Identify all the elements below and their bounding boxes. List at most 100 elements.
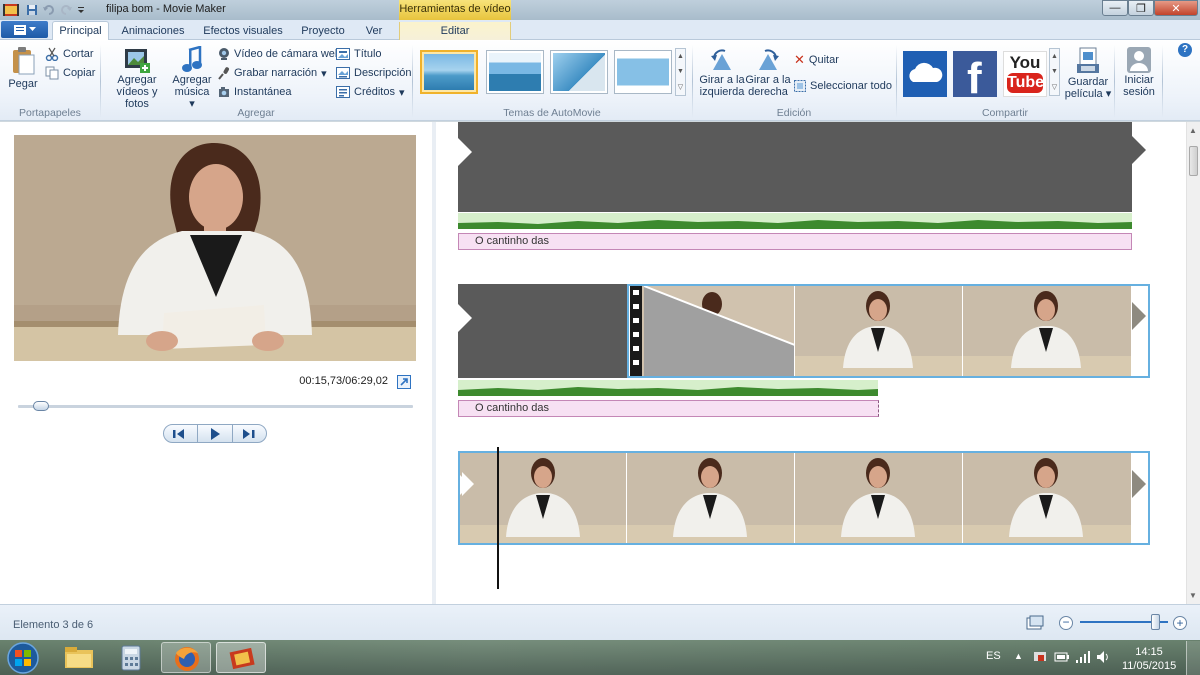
file-menu-button[interactable] (1, 21, 48, 38)
seek-slider-thumb[interactable] (33, 401, 50, 411)
snapshot-button[interactable]: Instantánea (218, 84, 292, 100)
volume-speaker-icon[interactable] (1096, 650, 1112, 664)
chevron-down-icon[interactable]: ▼ (677, 68, 684, 75)
action-center-flag-icon[interactable] (1032, 650, 1048, 664)
customize-qat-icon[interactable] (76, 3, 86, 17)
tab-animaciones[interactable]: Animaciones (116, 22, 190, 40)
rotate-left-button[interactable]: Girar a la izquierda (698, 48, 746, 98)
add-music-button[interactable]: Agregar música ▾ (171, 46, 213, 110)
chevron-up-icon[interactable]: ▲ (677, 53, 684, 60)
start-button[interactable] (4, 641, 42, 675)
music-note-icon (182, 46, 202, 72)
caption-text: O cantinho das (475, 235, 549, 247)
paste-button[interactable]: Pegar (6, 46, 40, 90)
automovie-theme-1[interactable] (420, 50, 478, 94)
automovie-theme-3[interactable] (550, 50, 608, 94)
fullscreen-button[interactable] (397, 375, 411, 389)
scroll-down-arrow-icon[interactable]: ▼ (1189, 591, 1197, 600)
thumbnail-size-icon[interactable] (1026, 615, 1044, 631)
selected-clip-outline[interactable] (458, 451, 1150, 545)
playhead-indicator[interactable] (497, 447, 499, 589)
youtube-share-button[interactable]: You Tube (1003, 51, 1047, 97)
zoom-in-button[interactable]: + (1173, 616, 1187, 630)
webcam-video-button[interactable]: Vídeo de cámara web (218, 46, 341, 62)
network-signal-icon[interactable] (1075, 650, 1091, 664)
select-all-label: Seleccionar todo (810, 80, 892, 92)
redo-icon[interactable] (59, 3, 73, 17)
audio-waveform (458, 213, 1132, 229)
clip-start-marker-icon (462, 472, 474, 496)
caption-track[interactable]: O cantinho das (458, 400, 879, 417)
facebook-icon: f (967, 54, 982, 97)
tab-efectos-visuales[interactable]: Efectos visuales (200, 22, 286, 40)
tab-principal[interactable]: Principal (52, 21, 109, 40)
caption-track[interactable]: O cantinho das (458, 233, 1132, 250)
add-videos-photos-button[interactable]: Agregar vídeos y fotos (104, 46, 170, 110)
restore-button[interactable]: ❐ (1128, 0, 1154, 16)
taskbar-explorer-button[interactable] (54, 642, 104, 673)
cut-button[interactable]: Cortar (45, 46, 94, 62)
tab-editar[interactable]: Editar (399, 22, 511, 40)
status-bar: Elemento 3 de 6 − + (0, 604, 1200, 640)
copy-button[interactable]: Copiar (45, 65, 95, 81)
next-frame-button[interactable] (233, 425, 266, 442)
rotate-right-button[interactable]: Girar a la derecha (744, 48, 792, 98)
scrollbar-thumb[interactable] (1189, 146, 1198, 176)
save-movie-button[interactable]: Guardar película ▾ (1064, 46, 1112, 100)
show-desktop-button[interactable] (1186, 641, 1200, 675)
chevron-down-icon[interactable]: ▼ (1051, 68, 1058, 75)
share-gallery-scroller[interactable]: ▲ ▼ ▽ (1049, 48, 1060, 96)
taskbar-calculator-button[interactable] (106, 642, 156, 673)
remove-button[interactable]: ✕ Quitar (794, 52, 839, 68)
save-icon[interactable] (25, 3, 39, 17)
power-battery-icon[interactable] (1054, 650, 1070, 664)
clip-start-marker-icon (458, 304, 472, 332)
previous-frame-button[interactable] (164, 425, 199, 442)
gallery-expand-icon[interactable]: ▽ (1052, 83, 1057, 91)
select-all-button[interactable]: Seleccionar todo (794, 78, 892, 94)
group-label-editing: Edición (776, 107, 812, 119)
theme-gallery-scroller[interactable]: ▲ ▼ ▽ (675, 48, 686, 96)
firefox-icon (175, 647, 199, 671)
input-language-indicator[interactable]: ES (986, 650, 1001, 662)
seek-track[interactable] (18, 405, 413, 408)
windows-start-orb-icon (7, 642, 39, 674)
gallery-expand-icon[interactable]: ▽ (678, 83, 683, 91)
sign-in-button[interactable]: Iniciar sesión (1118, 46, 1160, 98)
clock-date: 11/05/2015 (1122, 660, 1177, 672)
automovie-theme-2[interactable] (486, 50, 544, 94)
tab-ver[interactable]: Ver (360, 22, 388, 40)
theme-thumbnail (489, 53, 541, 91)
title-label: Título (354, 48, 382, 60)
chevron-up-icon[interactable]: ▲ (1051, 53, 1058, 60)
automovie-theme-4[interactable] (614, 50, 672, 94)
selected-clip-outline[interactable] (627, 284, 1150, 378)
caption-button[interactable]: Descripción (336, 65, 411, 81)
system-clock[interactable]: 14:15 11/05/2015 (1122, 645, 1176, 673)
clip-row-2-black-clip[interactable] (458, 284, 628, 378)
taskbar-movie-maker-button[interactable] (216, 642, 266, 673)
credits-button[interactable]: Créditos ▾ (336, 84, 405, 100)
video-preview-monitor[interactable] (14, 135, 416, 361)
play-button[interactable] (198, 425, 233, 442)
record-narration-button[interactable]: Grabar narración ▾ (218, 65, 327, 81)
minimize-button[interactable]: — (1102, 0, 1128, 16)
rotate-right-label-2: derecha (748, 86, 788, 98)
movie-maker-app-icon[interactable] (0, 2, 22, 18)
theme-thumbnail (553, 53, 605, 91)
taskbar-firefox-button[interactable] (161, 642, 211, 673)
ribbon-help-button[interactable]: ? (1178, 42, 1192, 58)
zoom-out-button[interactable]: − (1059, 616, 1073, 630)
undo-icon[interactable] (42, 3, 56, 17)
close-button[interactable]: ✕ (1154, 0, 1198, 16)
tab-proyecto[interactable]: Proyecto (296, 22, 350, 40)
storyboard-scrollbar[interactable]: ▲ ▼ (1186, 122, 1200, 604)
waveform-graphic (458, 220, 1132, 229)
scroll-up-arrow-icon[interactable]: ▲ (1189, 126, 1197, 135)
facebook-share-button[interactable]: f (953, 51, 997, 97)
onedrive-share-button[interactable] (903, 51, 947, 97)
title-button[interactable]: Título (336, 46, 382, 62)
zoom-slider-thumb[interactable] (1151, 614, 1161, 630)
clip-row-1-black-clip[interactable] (458, 122, 1132, 212)
show-hidden-icons-button[interactable]: ▲ (1014, 651, 1023, 661)
